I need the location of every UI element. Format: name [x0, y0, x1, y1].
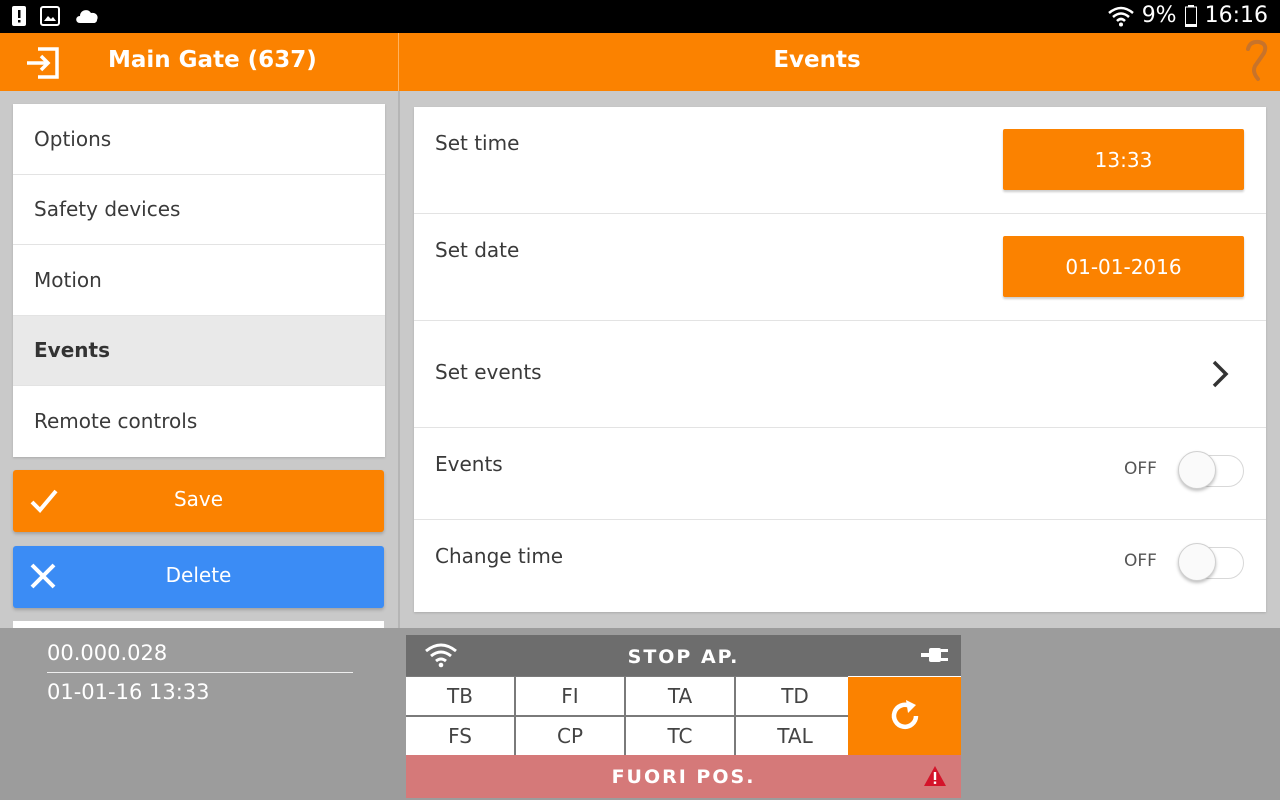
status-cell-tc: TC — [626, 717, 734, 755]
refresh-button[interactable] — [848, 677, 961, 755]
set-events-row[interactable]: Set events — [414, 321, 1266, 428]
warning-icon — [924, 766, 946, 786]
save-button[interactable]: Save — [13, 470, 384, 532]
gate-status-title: STOP AP. — [627, 646, 740, 668]
set-date-button[interactable]: 01-01-2016 — [1003, 236, 1244, 297]
menu-item-motion[interactable]: Motion — [13, 245, 385, 316]
status-cell-td: TD — [736, 677, 854, 715]
image-icon — [40, 6, 60, 26]
help-button[interactable] — [1242, 39, 1272, 83]
battery-icon — [1184, 4, 1197, 27]
clock: 16:16 — [1204, 3, 1268, 28]
exit-button[interactable] — [24, 46, 62, 80]
events-settings-pane: Set time 13:33 Set date 01-01-2016 Set e… — [400, 91, 1280, 628]
system-status-bar: 9% 16:16 — [0, 0, 1280, 33]
set-time-label: Set time — [435, 131, 520, 155]
position-status: FUORI POS. — [406, 755, 961, 798]
events-toggle[interactable] — [1178, 449, 1244, 491]
cycle-counter: 00.000.028 — [47, 641, 168, 665]
status-cell-fi: FI — [516, 677, 624, 715]
input-status-grid: TB FI TA TD FS CP TC TAL — [406, 676, 854, 755]
change-time-row: Change time OFF — [414, 520, 1266, 612]
device-status-bar: 00.000.028 01-01-16 13:33 STOP AP. TB FI… — [0, 628, 1280, 800]
menu-item-label: Events — [34, 338, 110, 363]
status-cell-tal: TAL — [736, 717, 854, 755]
position-status-title: FUORI POS. — [611, 766, 756, 788]
set-date-row: Set date 01-01-2016 — [414, 214, 1266, 321]
refresh-icon — [891, 700, 918, 730]
events-row: Events OFF — [414, 428, 1266, 520]
settings-menu-pane: Options Safety devices Motion Events Rem… — [0, 91, 398, 628]
wifi-icon — [1107, 6, 1134, 26]
cloud-icon — [76, 10, 98, 23]
settings-menu: Options Safety devices Motion Events Rem… — [13, 104, 385, 457]
set-date-label: Set date — [435, 238, 520, 262]
menu-item-label: Motion — [34, 267, 102, 292]
gate-status-panel: STOP AP. TB FI TA TD FS CP TC TAL FUORI … — [406, 635, 961, 798]
counter-divider — [47, 672, 353, 673]
set-events-label: Set events — [435, 360, 542, 384]
settings-card: Set time 13:33 Set date 01-01-2016 Set e… — [414, 107, 1266, 612]
status-cell-fs: FS — [406, 717, 514, 755]
menu-item-events[interactable]: Events — [13, 315, 385, 386]
events-toggle-state: OFF — [1124, 459, 1157, 479]
status-cell-cp: CP — [516, 717, 624, 755]
menu-item-safety-devices[interactable]: Safety devices — [13, 175, 385, 245]
menu-item-label: Remote controls — [34, 409, 198, 434]
plug-icon — [921, 648, 948, 662]
status-header: STOP AP. — [406, 635, 961, 676]
menu-item-remote-controls[interactable]: Remote controls — [13, 386, 385, 457]
toggle-knob — [1178, 451, 1216, 489]
device-datetime: 01-01-16 13:33 — [47, 680, 210, 704]
exit-icon — [27, 47, 59, 79]
status-cell-ta: TA — [626, 677, 734, 715]
change-time-toggle-state: OFF — [1124, 551, 1157, 571]
device-title: Main Gate (637) — [108, 47, 317, 73]
chevron-right-icon — [1212, 360, 1229, 388]
menu-item-label: Options — [34, 126, 112, 151]
menu-item-options[interactable]: Options — [13, 104, 385, 175]
battery-percent: 9% — [1141, 3, 1177, 28]
delete-label: Delete — [165, 563, 232, 587]
events-label: Events — [435, 452, 503, 476]
menu-item-label: Safety devices — [34, 197, 181, 222]
app-header: Main Gate (637) Events — [0, 33, 1280, 91]
set-time-button[interactable]: 13:33 — [1003, 129, 1244, 190]
change-time-toggle[interactable] — [1178, 541, 1244, 583]
header-divider — [398, 33, 399, 91]
menu-continuation — [13, 621, 384, 628]
alert-icon — [12, 6, 26, 26]
save-label: Save — [173, 487, 224, 511]
help-icon — [1246, 39, 1268, 81]
set-time-row: Set time 13:33 — [414, 107, 1266, 214]
page-title: Events — [773, 47, 861, 73]
toggle-knob — [1178, 543, 1216, 581]
change-time-label: Change time — [435, 544, 564, 568]
delete-button[interactable]: Delete — [13, 546, 384, 608]
status-cell-tb: TB — [406, 677, 514, 715]
